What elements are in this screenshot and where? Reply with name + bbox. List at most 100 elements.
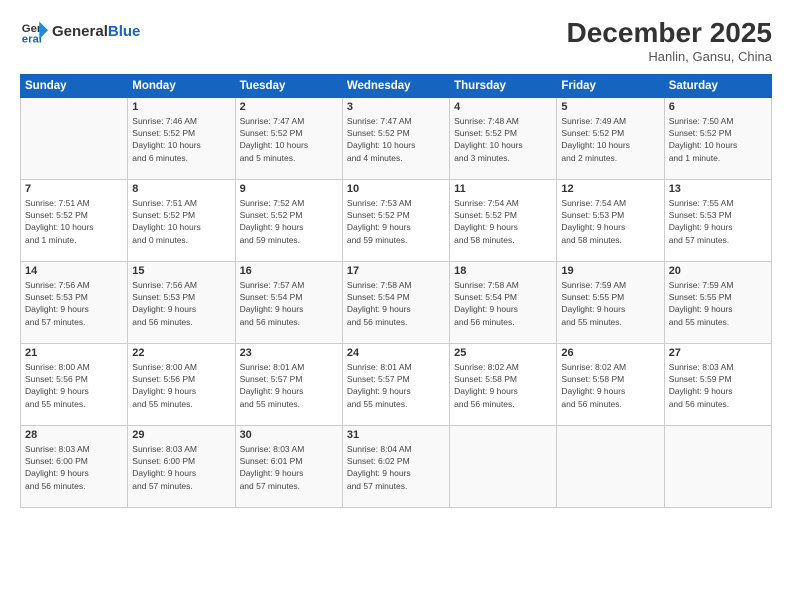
calendar-cell: 15 Sunrise: 7:56 AM Sunset: 5:53 PM Dayli… xyxy=(128,261,235,343)
calendar-cell: 26 Sunrise: 8:02 AM Sunset: 5:58 PM Dayli… xyxy=(557,343,664,425)
calendar-cell: 18 Sunrise: 7:58 AM Sunset: 5:54 PM Dayli… xyxy=(450,261,557,343)
calendar-cell xyxy=(664,425,771,507)
day-info: Sunrise: 7:57 AM Sunset: 5:54 PM Dayligh… xyxy=(240,279,338,328)
logo-text-line1: GeneralBlue xyxy=(52,24,140,41)
day-number: 30 xyxy=(240,429,338,441)
day-info: Sunrise: 8:03 AM Sunset: 5:59 PM Dayligh… xyxy=(669,361,767,410)
header-day: Monday xyxy=(128,74,235,97)
calendar-cell: 29 Sunrise: 8:03 AM Sunset: 6:00 PM Dayli… xyxy=(128,425,235,507)
calendar-cell: 11Sunrise: 7:54 AM Sunset: 5:52 PM Dayli… xyxy=(450,179,557,261)
day-number: 27 xyxy=(669,347,767,359)
day-number: 26 xyxy=(561,347,659,359)
day-number: 9 xyxy=(240,183,338,195)
day-number: 1 xyxy=(132,101,230,113)
calendar-week-row: 28 Sunrise: 8:03 AM Sunset: 6:00 PM Dayli… xyxy=(21,425,772,507)
calendar-cell: 5Sunrise: 7:49 AM Sunset: 5:52 PM Daylig… xyxy=(557,97,664,179)
day-info: Sunrise: 7:50 AM Sunset: 5:52 PM Dayligh… xyxy=(669,115,767,164)
day-number: 24 xyxy=(347,347,445,359)
day-number: 2 xyxy=(240,101,338,113)
day-number: 12 xyxy=(561,183,659,195)
calendar-cell: 12 Sunrise: 7:54 AM Sunset: 5:53 PM Dayli… xyxy=(557,179,664,261)
logo-text-line2: Blue xyxy=(108,23,141,40)
calendar-cell: 1 Sunrise: 7:46 AM Sunset: 5:52 PM Daylig… xyxy=(128,97,235,179)
day-info: Sunrise: 7:46 AM Sunset: 5:52 PM Dayligh… xyxy=(132,115,230,164)
day-info: Sunrise: 8:03 AM Sunset: 6:00 PM Dayligh… xyxy=(132,443,230,492)
header-day: Wednesday xyxy=(342,74,449,97)
calendar-cell: 8 Sunrise: 7:51 AM Sunset: 5:52 PM Daylig… xyxy=(128,179,235,261)
calendar-cell: 17 Sunrise: 7:58 AM Sunset: 5:54 PM Dayli… xyxy=(342,261,449,343)
calendar-cell: 19Sunrise: 7:59 AM Sunset: 5:55 PM Dayli… xyxy=(557,261,664,343)
calendar-cell: 14Sunrise: 7:56 AM Sunset: 5:53 PM Dayli… xyxy=(21,261,128,343)
day-number: 15 xyxy=(132,265,230,277)
day-info: Sunrise: 7:56 AM Sunset: 5:53 PM Dayligh… xyxy=(132,279,230,328)
calendar-cell: 22 Sunrise: 8:00 AM Sunset: 5:56 PM Dayli… xyxy=(128,343,235,425)
calendar-cell: 9 Sunrise: 7:52 AM Sunset: 5:52 PM Daylig… xyxy=(235,179,342,261)
day-number: 6 xyxy=(669,101,767,113)
day-info: Sunrise: 7:47 AM Sunset: 5:52 PM Dayligh… xyxy=(347,115,445,164)
calendar-cell: 23Sunrise: 8:01 AM Sunset: 5:57 PM Dayli… xyxy=(235,343,342,425)
day-info: Sunrise: 7:51 AM Sunset: 5:52 PM Dayligh… xyxy=(25,197,123,246)
location-subtitle: Hanlin, Gansu, China xyxy=(567,49,772,64)
day-number: 31 xyxy=(347,429,445,441)
calendar-cell: 13 Sunrise: 7:55 AM Sunset: 5:53 PM Dayli… xyxy=(664,179,771,261)
calendar-cell xyxy=(21,97,128,179)
logo: Gen eral GeneralBlue xyxy=(20,18,140,46)
calendar-cell: 6 Sunrise: 7:50 AM Sunset: 5:52 PM Daylig… xyxy=(664,97,771,179)
day-info: Sunrise: 7:58 AM Sunset: 5:54 PM Dayligh… xyxy=(454,279,552,328)
day-info: Sunrise: 8:04 AM Sunset: 6:02 PM Dayligh… xyxy=(347,443,445,492)
day-info: Sunrise: 8:00 AM Sunset: 5:56 PM Dayligh… xyxy=(132,361,230,410)
calendar-cell: 30Sunrise: 8:03 AM Sunset: 6:01 PM Dayli… xyxy=(235,425,342,507)
day-number: 7 xyxy=(25,183,123,195)
calendar-cell xyxy=(557,425,664,507)
day-info: Sunrise: 7:54 AM Sunset: 5:53 PM Dayligh… xyxy=(561,197,659,246)
svg-text:eral: eral xyxy=(22,34,42,46)
title-block: December 2025 Hanlin, Gansu, China xyxy=(567,18,772,64)
calendar-cell: 16Sunrise: 7:57 AM Sunset: 5:54 PM Dayli… xyxy=(235,261,342,343)
calendar-cell: 25 Sunrise: 8:02 AM Sunset: 5:58 PM Dayli… xyxy=(450,343,557,425)
day-info: Sunrise: 7:56 AM Sunset: 5:53 PM Dayligh… xyxy=(25,279,123,328)
day-info: Sunrise: 8:00 AM Sunset: 5:56 PM Dayligh… xyxy=(25,361,123,410)
calendar-cell: 21 Sunrise: 8:00 AM Sunset: 5:56 PM Dayli… xyxy=(21,343,128,425)
day-info: Sunrise: 8:03 AM Sunset: 6:00 PM Dayligh… xyxy=(25,443,123,492)
calendar-cell: 10Sunrise: 7:53 AM Sunset: 5:52 PM Dayli… xyxy=(342,179,449,261)
calendar-week-row: 14Sunrise: 7:56 AM Sunset: 5:53 PM Dayli… xyxy=(21,261,772,343)
day-number: 20 xyxy=(669,265,767,277)
day-number: 3 xyxy=(347,101,445,113)
calendar-week-row: 7 Sunrise: 7:51 AM Sunset: 5:52 PM Daylig… xyxy=(21,179,772,261)
day-info: Sunrise: 7:48 AM Sunset: 5:52 PM Dayligh… xyxy=(454,115,552,164)
calendar-table: SundayMondayTuesdayWednesdayThursdayFrid… xyxy=(20,74,772,508)
day-number: 17 xyxy=(347,265,445,277)
day-number: 22 xyxy=(132,347,230,359)
day-info: Sunrise: 7:55 AM Sunset: 5:53 PM Dayligh… xyxy=(669,197,767,246)
day-number: 4 xyxy=(454,101,552,113)
day-info: Sunrise: 7:51 AM Sunset: 5:52 PM Dayligh… xyxy=(132,197,230,246)
day-number: 8 xyxy=(132,183,230,195)
day-info: Sunrise: 7:59 AM Sunset: 5:55 PM Dayligh… xyxy=(669,279,767,328)
calendar-cell xyxy=(450,425,557,507)
day-info: Sunrise: 7:52 AM Sunset: 5:52 PM Dayligh… xyxy=(240,197,338,246)
calendar-cell: 31 Sunrise: 8:04 AM Sunset: 6:02 PM Dayli… xyxy=(342,425,449,507)
day-info: Sunrise: 7:53 AM Sunset: 5:52 PM Dayligh… xyxy=(347,197,445,246)
day-info: Sunrise: 8:01 AM Sunset: 5:57 PM Dayligh… xyxy=(240,361,338,410)
header-day: Friday xyxy=(557,74,664,97)
day-number: 18 xyxy=(454,265,552,277)
calendar-cell: 20 Sunrise: 7:59 AM Sunset: 5:55 PM Dayli… xyxy=(664,261,771,343)
header-day: Thursday xyxy=(450,74,557,97)
day-info: Sunrise: 7:54 AM Sunset: 5:52 PM Dayligh… xyxy=(454,197,552,246)
day-number: 5 xyxy=(561,101,659,113)
month-title: December 2025 xyxy=(567,18,772,49)
day-number: 25 xyxy=(454,347,552,359)
day-info: Sunrise: 8:02 AM Sunset: 5:58 PM Dayligh… xyxy=(561,361,659,410)
day-number: 19 xyxy=(561,265,659,277)
logo-icon: Gen eral xyxy=(20,18,48,46)
calendar-week-row: 1 Sunrise: 7:46 AM Sunset: 5:52 PM Daylig… xyxy=(21,97,772,179)
day-number: 13 xyxy=(669,183,767,195)
day-number: 29 xyxy=(132,429,230,441)
day-number: 28 xyxy=(25,429,123,441)
day-number: 21 xyxy=(25,347,123,359)
day-info: Sunrise: 7:47 AM Sunset: 5:52 PM Dayligh… xyxy=(240,115,338,164)
header-row: SundayMondayTuesdayWednesdayThursdayFrid… xyxy=(21,74,772,97)
calendar-cell: 3 Sunrise: 7:47 AM Sunset: 5:52 PM Daylig… xyxy=(342,97,449,179)
day-info: Sunrise: 7:58 AM Sunset: 5:54 PM Dayligh… xyxy=(347,279,445,328)
day-info: Sunrise: 8:02 AM Sunset: 5:58 PM Dayligh… xyxy=(454,361,552,410)
